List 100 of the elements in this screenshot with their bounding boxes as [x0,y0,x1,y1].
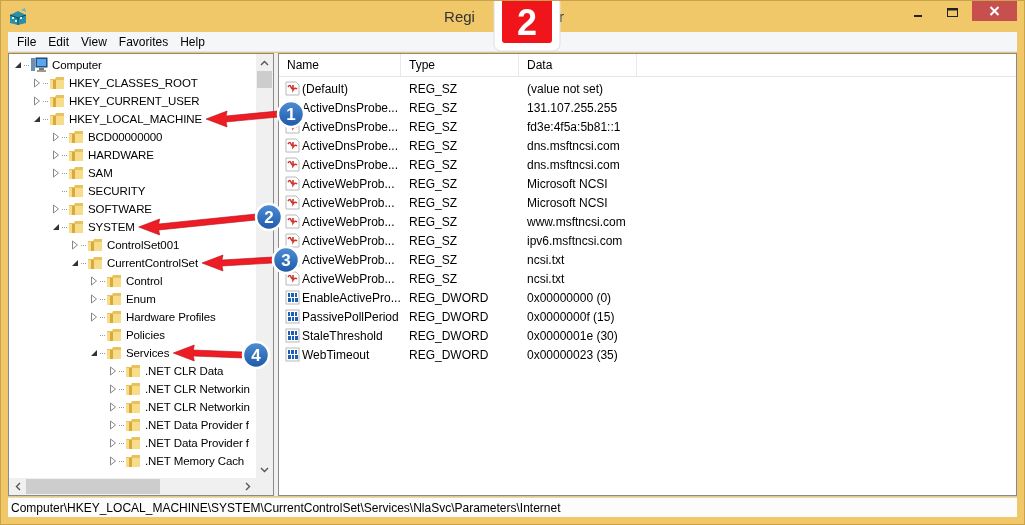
tree-item[interactable]: ControlSet001 [106,239,181,251]
value-type: REG_DWORD [408,309,490,324]
tree-item[interactable]: Control [125,275,164,287]
value-data: www.msftncsi.com [526,214,626,229]
tree-item[interactable]: .NET CLR Networkin [144,401,251,413]
scroll-left-icon[interactable] [14,482,21,491]
value-type: REG_SZ [408,157,458,172]
menu-item[interactable]: View [75,32,113,51]
expand-arrow-icon[interactable] [108,366,118,376]
tree-item[interactable]: BCD00000000 [87,131,164,143]
value-name[interactable]: ActiveWebProb... [302,252,395,267]
value-name[interactable]: ActiveWebProb... [302,214,395,229]
expand-arrow-icon[interactable] [51,168,61,178]
folder-icon [125,363,141,379]
expand-arrow-icon[interactable] [32,96,42,106]
expand-arrow-icon[interactable] [108,456,118,466]
tree-item[interactable]: .NET Data Provider f [144,419,250,431]
expand-arrow-icon[interactable] [108,402,118,412]
tree-item[interactable]: SECURITY [87,185,147,197]
column-header[interactable]: Name [279,54,401,76]
maximize-icon[interactable] [947,8,958,18]
expand-arrow-icon[interactable] [51,150,61,160]
value-name[interactable]: ActiveWebProb... [302,176,395,191]
tree-item[interactable]: Hardware Profiles [125,311,217,323]
menu-item[interactable]: Edit [42,32,76,51]
tree-item[interactable]: .NET CLR Networkin [144,383,251,395]
close-icon[interactable] [989,6,1000,16]
expand-arrow-icon[interactable] [108,384,118,394]
folder-icon [125,381,141,397]
tree-item[interactable]: Policies [125,329,166,341]
scrollbar-thumb[interactable] [257,71,272,88]
value-name[interactable]: ActiveDnsProbe... [302,138,399,153]
folder-icon [106,327,122,343]
value-name[interactable]: ActiveWebProb... [302,195,395,210]
binary-value-icon [285,290,300,305]
tree-item[interactable]: HARDWARE [87,149,155,161]
expand-arrow-icon[interactable] [70,240,80,250]
expand-arrow-icon[interactable] [108,438,118,448]
tree-item[interactable]: CurrentControlSet [106,257,199,269]
collapse-arrow-icon[interactable] [70,258,80,268]
tree-item[interactable]: HKEY_CLASSES_ROOT [68,77,199,89]
value-name[interactable]: PassivePollPeriod [302,309,399,324]
expand-arrow-icon[interactable] [89,276,99,286]
folder-icon [106,309,122,325]
menu-item[interactable]: Favorites [112,32,175,51]
menu-item[interactable]: File [11,32,43,51]
value-type: REG_SZ [408,81,458,96]
expand-arrow-icon[interactable] [89,312,99,322]
tree-item[interactable]: Enum [125,293,157,305]
value-data: ipv6.msftncsi.com [526,233,623,248]
folder-icon [87,237,103,253]
collapse-arrow-icon[interactable] [89,348,99,358]
value-name[interactable]: EnableActivePro... [302,290,401,305]
value-name[interactable]: ActiveDnsProbe... [302,100,399,115]
menu-item[interactable]: Help [174,32,211,51]
tree-item[interactable]: SYSTEM [87,221,136,233]
expand-arrow-icon[interactable] [89,294,99,304]
tree-item[interactable]: Services [125,347,171,359]
collapse-arrow-icon[interactable] [32,114,42,124]
value-name[interactable]: ActiveDnsProbe... [302,157,399,172]
value-type: REG_SZ [408,271,458,286]
folder-icon [68,219,84,235]
scroll-down-icon[interactable] [260,466,269,473]
close-button[interactable] [972,1,1017,21]
regedit-icon [8,7,28,26]
string-value-icon [285,195,300,210]
collapse-arrow-icon[interactable] [51,222,61,232]
value-type: REG_SZ [408,119,458,134]
value-name[interactable]: StaleThreshold [302,328,383,343]
value-name[interactable]: ActiveWebProb... [302,271,395,286]
collapse-arrow-icon[interactable] [13,60,23,70]
column-header[interactable]: Data [519,54,637,76]
value-name[interactable]: (Default) [302,81,348,96]
value-type: REG_SZ [408,252,458,267]
tree-item[interactable]: HKEY_LOCAL_MACHINE [68,113,204,125]
expand-arrow-icon[interactable] [51,204,61,214]
value-name[interactable]: ActiveDnsProbe... [302,119,399,134]
tree-item[interactable]: .NET Memory Cach [144,455,246,467]
scroll-up-icon[interactable] [260,59,269,66]
value-data: ncsi.txt [526,252,565,267]
scroll-right-icon[interactable] [244,482,251,491]
expand-arrow-icon[interactable] [108,420,118,430]
scrollbar-thumb[interactable] [26,479,160,494]
callout-arrow [173,344,244,362]
expand-arrow-icon[interactable] [51,132,61,142]
status-path: Computer\HKEY_LOCAL_MACHINE\SYSTEM\CurrentControlSet\Services\NlaSvc\Parameters\Internet [11,500,561,515]
value-name[interactable]: ActiveWebProb... [302,233,395,248]
folder-icon [68,165,84,181]
folder-icon [68,201,84,217]
tree-item[interactable]: .NET Data Provider f [144,437,250,449]
tree-item[interactable]: .NET CLR Data [144,365,225,377]
window-title: Regi [444,8,475,25]
value-name[interactable]: WebTimeout [302,347,370,362]
value-data: 0x0000000f (15) [526,309,615,324]
tree-item[interactable]: SOFTWARE [87,203,153,215]
expand-arrow-icon[interactable] [32,78,42,88]
tree-item[interactable]: Computer [51,59,103,71]
tree-item[interactable]: HKEY_CURRENT_USER [68,95,201,107]
column-header[interactable]: Type [401,54,519,76]
tree-item[interactable]: SAM [87,167,114,179]
